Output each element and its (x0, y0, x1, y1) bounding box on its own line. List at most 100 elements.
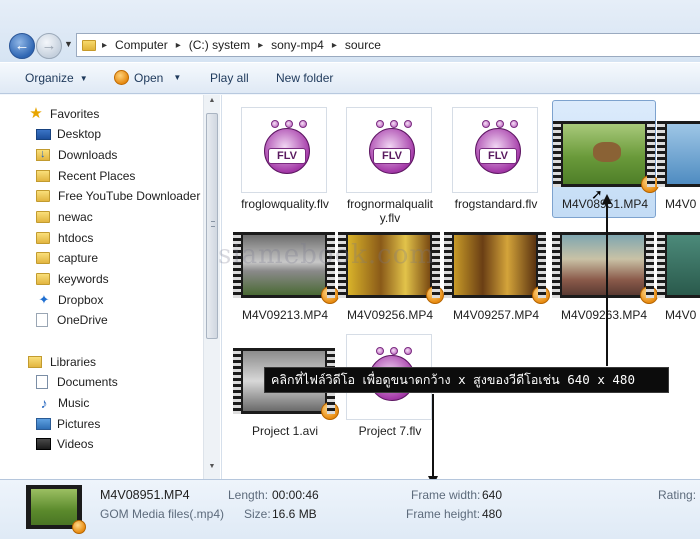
star-icon: ★ (29, 105, 43, 122)
organize-button[interactable]: Organize ▼ (25, 71, 88, 85)
new-folder-button[interactable]: New folder (276, 71, 333, 85)
arrow-right-icon: → (41, 37, 57, 54)
file-item[interactable]: FLV froglowquality.flv (233, 101, 337, 219)
scroll-up-icon[interactable]: ▲ (204, 97, 220, 111)
file-item-selected[interactable]: M4V08951.MP4 ➚ (552, 100, 659, 218)
paw-decoration (376, 120, 412, 132)
chevron-down-icon: ▼ (79, 73, 88, 83)
file-name: Project 7.flv (358, 424, 422, 438)
dropbox-icon: ✦ (38, 292, 50, 307)
nav-favorites[interactable]: ★ Favorites (28, 105, 99, 123)
chevron-right-icon[interactable]: ▸ (176, 40, 181, 51)
flv-badge: FLV (268, 148, 306, 164)
file-item[interactable]: M4V09256.MP4 (338, 212, 444, 330)
nav-libraries[interactable]: Libraries (28, 353, 96, 371)
nav-recent-places[interactable]: Recent Places (36, 167, 135, 185)
gom-player-icon (114, 70, 129, 85)
group-video-frame (562, 235, 644, 295)
file-name: Project 1.avi (251, 424, 319, 438)
watermark: siamebook.com (218, 240, 436, 270)
breadcrumb-computer[interactable]: Computer (115, 38, 168, 52)
open-button[interactable]: Open ▼ (114, 70, 181, 85)
chevron-down-icon[interactable]: ▼ (173, 73, 181, 82)
nav-label: Downloads (58, 148, 118, 162)
details-pane: M4V08951.MP4 GOM Media files(.mp4) Lengt… (0, 479, 700, 539)
nav-onedrive[interactable]: OneDrive (36, 311, 108, 329)
video-frame (667, 235, 700, 295)
file-item[interactable]: M4V09213.MP4 (233, 212, 339, 330)
flv-file-icon: FLV (369, 120, 415, 174)
nav-keywords[interactable]: keywords (36, 270, 109, 288)
nav-free-youtube-downloader[interactable]: Free YouTube Downloader (36, 187, 200, 205)
document-icon (36, 375, 48, 389)
file-item[interactable]: FLV frogstandard.flv (444, 101, 548, 219)
file-thumbnail: FLV (241, 107, 327, 193)
file-item[interactable]: M4V0 (657, 101, 700, 219)
arrow-left-icon: ← (14, 37, 30, 54)
video-thumbnail (553, 121, 659, 193)
folder-icon (36, 211, 50, 223)
details-length-label: Length: (228, 488, 269, 502)
nav-label: capture (58, 251, 99, 265)
file-name-line: frognormalqualit (346, 197, 434, 211)
back-button[interactable]: ← (9, 33, 35, 59)
chevron-right-icon[interactable]: ▸ (332, 40, 337, 51)
nav-videos[interactable]: Videos (36, 435, 93, 453)
nav-documents[interactable]: Documents (36, 373, 118, 391)
gom-badge-icon (640, 286, 658, 304)
organize-label: Organize (25, 71, 74, 85)
file-item[interactable]: FLV frognormalqualit y.flv (338, 101, 442, 225)
paw-decoration (376, 347, 412, 359)
flv-badge: FLV (373, 148, 411, 164)
address-area: ← → ▼ ▸ Computer ▸ (C:) system ▸ sony-mp… (0, 0, 700, 62)
nav-htdocs[interactable]: htdocs (36, 229, 93, 247)
flv-badge: FLV (479, 148, 517, 164)
chevron-right-icon[interactable]: ▸ (102, 40, 107, 51)
forward-button[interactable]: → (36, 33, 62, 59)
nav-dropbox[interactable]: ✦ Dropbox (36, 291, 104, 309)
file-name: M4V09256.MP4 (346, 308, 434, 322)
breadcrumb-source[interactable]: source (345, 38, 381, 52)
nav-newac[interactable]: newac (36, 208, 93, 226)
nav-label: newac (58, 210, 93, 224)
gom-badge-icon (321, 286, 339, 304)
scrollbar-thumb[interactable] (206, 113, 218, 339)
music-icon: ♪ (40, 395, 48, 411)
file-name: M4V09213.MP4 (241, 308, 329, 322)
deer-video-frame (31, 489, 77, 525)
nav-scrollbar[interactable]: ▲ ▼ (203, 95, 220, 479)
file-name: M4V0 (665, 308, 697, 322)
play-all-button[interactable]: Play all (210, 71, 249, 85)
file-item[interactable]: M4V09263.MP4 (552, 212, 658, 330)
recent-pages-dropdown[interactable]: ▼ (64, 39, 73, 49)
details-frame-width-label: Frame width: (411, 488, 481, 502)
address-bar[interactable]: ▸ Computer ▸ (C:) system ▸ sony-mp4 ▸ so… (76, 33, 700, 57)
scroll-down-icon[interactable]: ▼ (204, 463, 220, 477)
breadcrumb-c-system[interactable]: (C:) system (189, 38, 250, 52)
onedrive-icon (36, 313, 48, 327)
details-file-name: M4V08951.MP4 (100, 488, 190, 502)
nav-desktop[interactable]: Desktop (36, 125, 101, 143)
nav-downloads[interactable]: Downloads (36, 146, 117, 164)
flv-file-icon: FLV (475, 120, 521, 174)
desktop-icon (36, 128, 51, 140)
nav-label: Documents (57, 375, 118, 389)
nav-label: Desktop (57, 127, 102, 141)
gom-badge-icon (72, 520, 86, 534)
breadcrumb-sony-mp4[interactable]: sony-mp4 (271, 38, 324, 52)
nav-music[interactable]: ♪ Music (36, 394, 90, 412)
file-item[interactable]: M4V0 (657, 212, 700, 330)
details-frame-width-value: 640 (482, 488, 503, 502)
nav-pictures[interactable]: Pictures (36, 415, 100, 433)
folder-icon (36, 273, 50, 285)
nav-label: Favorites (50, 107, 100, 121)
nav-capture[interactable]: capture (36, 249, 98, 267)
downloads-folder-icon (36, 148, 50, 161)
recent-places-icon (36, 170, 50, 182)
chevron-right-icon[interactable]: ▸ (258, 40, 263, 51)
file-name: M4V0 (665, 197, 697, 211)
grip-icon (211, 221, 215, 227)
nav-label: Pictures (57, 417, 101, 431)
deer-video-frame (563, 124, 645, 184)
file-item[interactable]: M4V09257.MP4 (444, 212, 550, 330)
